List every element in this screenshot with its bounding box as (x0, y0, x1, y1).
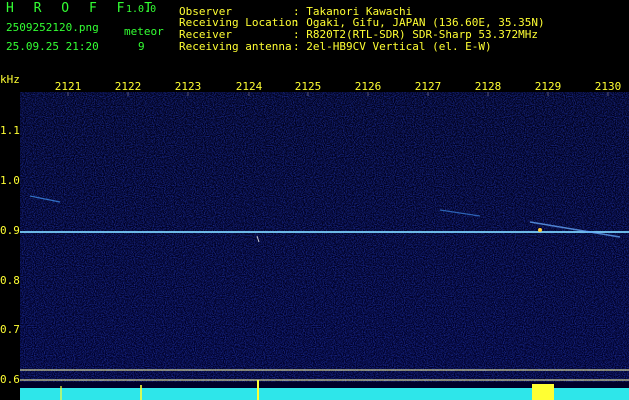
y-unit-label: kHz (0, 73, 20, 86)
header-panel: H R O F F T 1.0.0 2509252120.png 25.09.2… (0, 0, 629, 74)
meteor-count: 9 (138, 40, 145, 53)
y-tick-label: 1.1 (0, 124, 20, 137)
spectrogram (20, 92, 629, 400)
y-tick-label: 1.0 (0, 174, 20, 187)
file-datetime: 25.09.25 21:20 (6, 40, 99, 53)
file-name: 2509252120.png (6, 21, 99, 34)
spectrogram-noise (20, 92, 629, 382)
y-tick-label: 0.7 (0, 323, 20, 336)
app-version: 1.0.0 (126, 4, 157, 15)
antenna-label: Receiving antenna (179, 40, 292, 53)
antenna-value: : 2el-HB9CV Vertical (el. E-W) (293, 40, 492, 53)
meteor-label: meteor (124, 25, 164, 38)
y-tick-label: 0.8 (0, 274, 20, 287)
y-tick-label: 0.6 (0, 373, 20, 386)
meteor-echo-head (538, 228, 542, 232)
y-tick-label: 0.9 (0, 224, 20, 237)
